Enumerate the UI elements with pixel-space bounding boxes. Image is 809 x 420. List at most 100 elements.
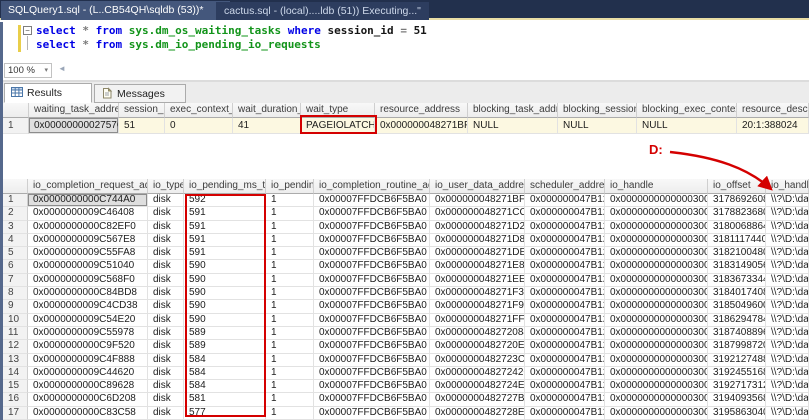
- cell[interactable]: 0x00007FFDCB6F5BA0: [314, 300, 430, 313]
- cell[interactable]: 41: [233, 118, 301, 134]
- cell[interactable]: 590: [184, 287, 266, 300]
- cell[interactable]: 0x00000004827242C0: [430, 367, 525, 380]
- cell[interactable]: 0x0000000000000300: [605, 393, 708, 406]
- cell[interactable]: 3184017408: [708, 287, 766, 300]
- cell[interactable]: disk: [148, 393, 184, 406]
- editor-zoom-dropdown[interactable]: 100 % ▾: [4, 63, 52, 78]
- cell[interactable]: 577: [184, 407, 266, 420]
- column-header[interactable]: scheduler_address: [525, 179, 605, 194]
- cell[interactable]: 591: [184, 207, 266, 220]
- cell[interactable]: 0x0000000482723CC0: [430, 354, 525, 367]
- cell[interactable]: \\?\D:\data\live: [766, 407, 809, 420]
- cell[interactable]: 0x00007FFDCB6F5BA0: [314, 314, 430, 327]
- cell[interactable]: 0: [165, 118, 233, 134]
- cell[interactable]: \\?\D:\data\live: [766, 194, 809, 207]
- column-header[interactable]: io_completion_request_address: [28, 179, 148, 194]
- corner-cell[interactable]: [3, 179, 28, 194]
- cell[interactable]: \\?\D:\data\live: [766, 393, 809, 406]
- cell[interactable]: 584: [184, 354, 266, 367]
- cell[interactable]: 591: [184, 234, 266, 247]
- cell[interactable]: 0x000000047B120040: [525, 314, 605, 327]
- row-number[interactable]: 13: [3, 354, 28, 367]
- cell[interactable]: 3186294784: [708, 314, 766, 327]
- cell[interactable]: disk: [148, 340, 184, 353]
- cell[interactable]: 1: [266, 287, 314, 300]
- cell[interactable]: 0x00007FFDCB6F5BA0: [314, 340, 430, 353]
- cell[interactable]: 0x000000047B120040: [525, 354, 605, 367]
- row-number[interactable]: 8: [3, 287, 28, 300]
- column-header[interactable]: io_pending: [266, 179, 314, 194]
- cell[interactable]: 0x0000000000000300: [605, 221, 708, 234]
- cell[interactable]: disk: [148, 221, 184, 234]
- column-header[interactable]: wait_type: [301, 103, 375, 118]
- cell[interactable]: 0x0000000009C44620: [28, 367, 148, 380]
- row-number[interactable]: 10: [3, 314, 28, 327]
- cell[interactable]: 591: [184, 247, 266, 260]
- cell[interactable]: \\?\D:\data\live: [766, 314, 809, 327]
- cell[interactable]: disk: [148, 247, 184, 260]
- cell[interactable]: 0x0000000000C82EF0: [28, 221, 148, 234]
- cell[interactable]: 0x0000000000000300: [605, 407, 708, 420]
- cell[interactable]: 3187408896: [708, 327, 766, 340]
- cell[interactable]: 0x00007FFDCB6F5BA0: [314, 327, 430, 340]
- row-number[interactable]: 17: [3, 407, 28, 420]
- column-header[interactable]: blocking_session_id: [558, 103, 637, 118]
- cell[interactable]: 0x00007FFDCB6F5BA0: [314, 221, 430, 234]
- cell[interactable]: 0x0000000000C89628: [28, 380, 148, 393]
- cell[interactable]: 1: [266, 274, 314, 287]
- cell[interactable]: 0x000000048271DE00: [430, 247, 525, 260]
- cell[interactable]: 0x00007FFDCB6F5BA0: [314, 287, 430, 300]
- cell[interactable]: \\?\D:\data\live: [766, 274, 809, 287]
- cell[interactable]: 3192127488: [708, 354, 766, 367]
- cell[interactable]: 592: [184, 194, 266, 207]
- cell[interactable]: \\?\D:\data\live: [766, 380, 809, 393]
- row-number[interactable]: 5: [3, 247, 28, 260]
- column-header[interactable]: io_pending_ms_ticks: [184, 179, 266, 194]
- cell[interactable]: 0x0000000009C568F0: [28, 274, 148, 287]
- cell[interactable]: 0x000000048271F300: [430, 287, 525, 300]
- query-editor[interactable]: − select * from sys.dm_os_waiting_tasks …: [3, 22, 809, 62]
- cell[interactable]: 0x00007FFDCB6F5BA0: [314, 274, 430, 287]
- cell[interactable]: 0x0000000009C4F888: [28, 354, 148, 367]
- column-header[interactable]: exec_context_id: [165, 103, 233, 118]
- cell[interactable]: 1: [266, 380, 314, 393]
- cell[interactable]: 0x00007FFDCB6F5BA0: [314, 393, 430, 406]
- cell[interactable]: 1: [266, 194, 314, 207]
- cell[interactable]: 0x000000047B120040: [525, 207, 605, 220]
- cell[interactable]: 589: [184, 340, 266, 353]
- column-header[interactable]: resource_address: [375, 103, 468, 118]
- cell[interactable]: \\?\D:\data\live: [766, 221, 809, 234]
- cell[interactable]: 51: [119, 118, 165, 134]
- cell[interactable]: 0x00007FFDCB6F5BA0: [314, 380, 430, 393]
- cell[interactable]: 0x000000048271BF40: [430, 194, 525, 207]
- row-number[interactable]: 7: [3, 274, 28, 287]
- cell[interactable]: 591: [184, 221, 266, 234]
- cell[interactable]: 0x000000048271D200: [430, 221, 525, 234]
- row-number[interactable]: 11: [3, 327, 28, 340]
- cell[interactable]: 0x0000000000000300: [605, 367, 708, 380]
- column-header[interactable]: resource_description: [737, 103, 809, 118]
- cell[interactable]: 1: [266, 221, 314, 234]
- cell[interactable]: 0x0000000000000300: [605, 314, 708, 327]
- column-header[interactable]: blocking_exec_context_id: [637, 103, 737, 118]
- cell[interactable]: disk: [148, 380, 184, 393]
- cell[interactable]: 584: [184, 380, 266, 393]
- cell[interactable]: 0x0000000482728E80: [430, 407, 525, 420]
- column-header[interactable]: io_offset: [708, 179, 766, 194]
- column-header[interactable]: waiting_task_address: [29, 103, 119, 118]
- tab-messages[interactable]: Messages: [94, 84, 186, 103]
- row-number[interactable]: 1: [3, 194, 28, 207]
- cell[interactable]: 20:1:388024: [737, 118, 809, 134]
- corner-cell[interactable]: [3, 103, 29, 118]
- cell[interactable]: 0x000000047B120040: [525, 260, 605, 273]
- cell[interactable]: \\?\D:\data\live: [766, 327, 809, 340]
- cell[interactable]: \\?\D:\data\live: [766, 207, 809, 220]
- cell[interactable]: 1: [266, 247, 314, 260]
- tab-sqlquery1[interactable]: SQLQuery1.sql - (L..CB54QH\sqldb (53))* …: [1, 1, 230, 20]
- cell[interactable]: 0x0000000000000300: [605, 327, 708, 340]
- cell[interactable]: 0x0000000009C55FA8: [28, 247, 148, 260]
- cell[interactable]: 0x0000000002757C28: [29, 118, 119, 134]
- row-number[interactable]: 3: [3, 221, 28, 234]
- cell[interactable]: 0x0000000482727B00: [430, 393, 525, 406]
- cell[interactable]: 0x0000000000000300: [605, 260, 708, 273]
